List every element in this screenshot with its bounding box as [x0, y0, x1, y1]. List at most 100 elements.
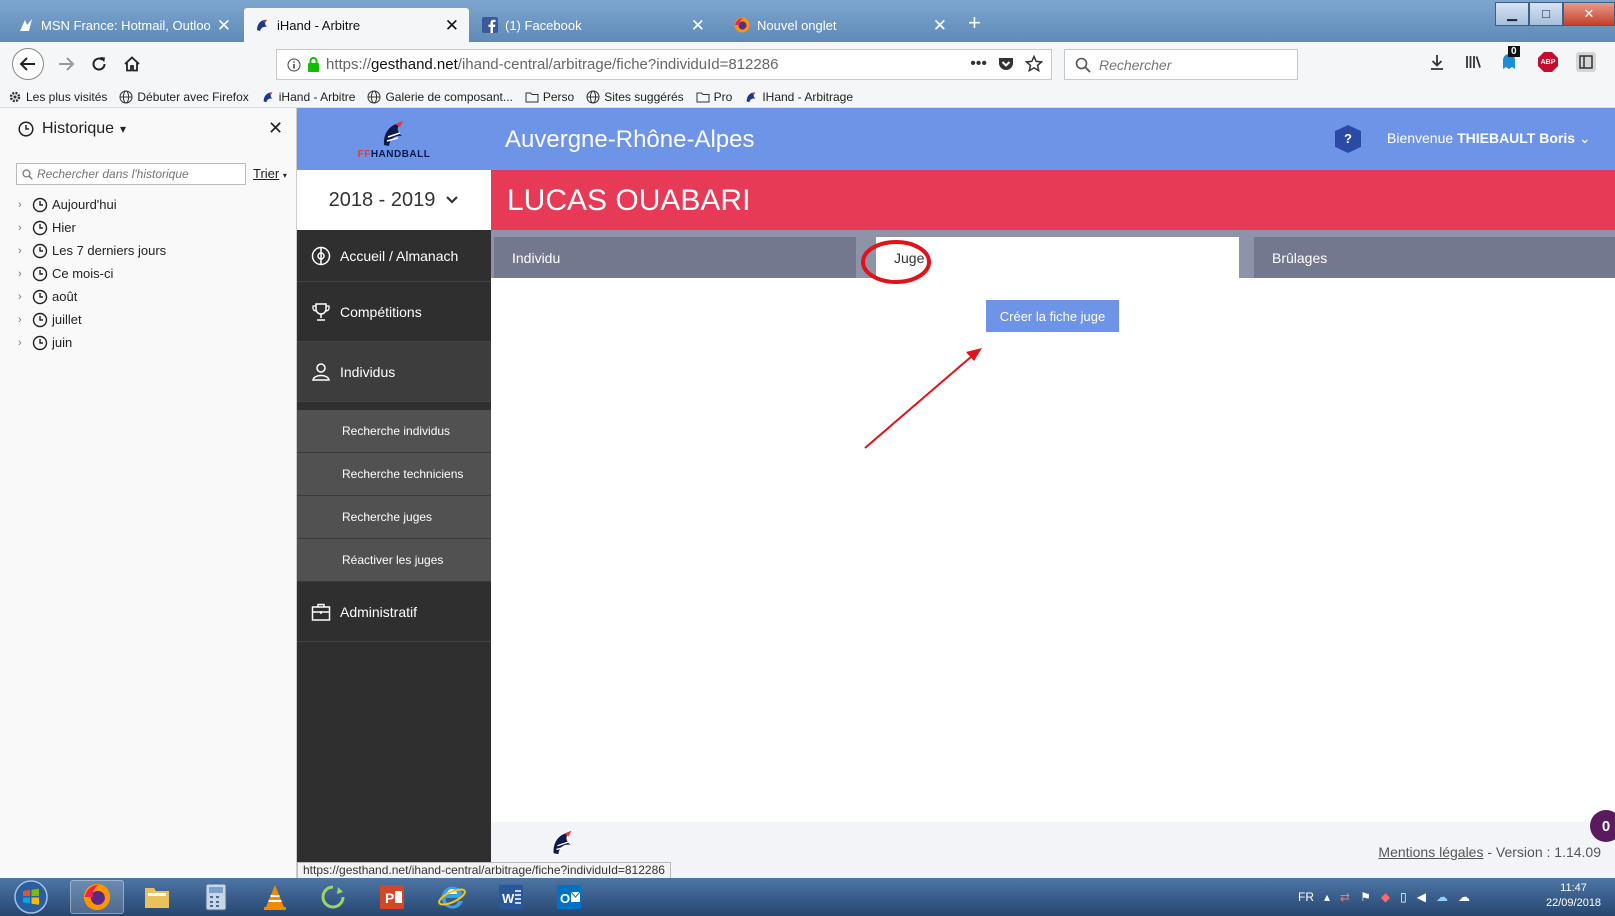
- menu-item-accueil[interactable]: Accueil / Almanach: [297, 230, 491, 282]
- search-input[interactable]: [1099, 56, 1279, 73]
- help-button[interactable]: ?: [1335, 125, 1361, 153]
- history-item-today[interactable]: › Aujourd'hui: [18, 193, 166, 216]
- ffhandball-icon: [257, 19, 267, 31]
- submenu-recherche-techniciens[interactable]: Recherche techniciens: [297, 453, 491, 496]
- close-icon[interactable]: ✕: [217, 17, 231, 34]
- recycle-icon: [321, 885, 345, 909]
- bookmark-folder-perso[interactable]: Perso: [525, 90, 574, 104]
- library-icon[interactable]: [1464, 53, 1482, 71]
- submenu-recherche-juges[interactable]: Recherche juges: [297, 496, 491, 539]
- submenu-recherche-individus[interactable]: Recherche individus: [297, 410, 491, 453]
- battery-icon[interactable]: ▯: [1400, 890, 1407, 904]
- bookmark-folder-pro[interactable]: Pro: [696, 90, 732, 104]
- history-item-august[interactable]: › août: [18, 285, 166, 308]
- sort-button[interactable]: Trier ▾: [253, 166, 287, 181]
- tab-facebook[interactable]: (1) Facebook ✕: [472, 8, 715, 42]
- window-controls: ▁ □ ✕: [1495, 2, 1615, 26]
- history-sidebar-header[interactable]: Historique ▾: [18, 120, 126, 138]
- onedrive-icon[interactable]: ☁: [1436, 890, 1448, 904]
- notification-extension[interactable]: 0: [1500, 46, 1520, 72]
- submenu-reactiver-juges[interactable]: Réactiver les juges: [297, 539, 491, 582]
- tray-expand-icon[interactable]: ▴: [1324, 890, 1330, 904]
- taskbar-clock[interactable]: 11:47 22/09/2018: [1546, 881, 1601, 911]
- bookmark-component-gallery[interactable]: Galerie de composant...: [367, 90, 513, 104]
- history-item-last-7-days[interactable]: › Les 7 derniers jours: [18, 239, 166, 262]
- page-actions-icon[interactable]: •••: [970, 55, 987, 73]
- cloud-upload-icon[interactable]: ☁: [1458, 890, 1470, 904]
- folder-icon: [525, 92, 539, 102]
- close-icon[interactable]: ✕: [933, 17, 947, 34]
- tab-new[interactable]: Nouvel onglet ✕: [724, 8, 957, 42]
- taskbar-powerpoint[interactable]: P: [365, 880, 419, 914]
- lock-icon: [308, 57, 319, 72]
- forward-button[interactable]: [52, 50, 80, 78]
- menu-item-individus[interactable]: Individus: [297, 342, 491, 402]
- new-tab-plus-icon[interactable]: +: [968, 12, 981, 34]
- bookmark-most-visited[interactable]: Les plus visités: [8, 90, 107, 104]
- download-icon[interactable]: [1428, 53, 1446, 71]
- menu-item-competitions[interactable]: Compétitions: [297, 282, 491, 342]
- search-icon: [22, 168, 33, 180]
- sidebar-toggle-icon[interactable]: [1576, 52, 1596, 72]
- back-button[interactable]: [12, 48, 44, 80]
- home-button[interactable]: [118, 50, 146, 78]
- maximize-button[interactable]: □: [1529, 2, 1563, 26]
- history-item-yesterday[interactable]: › Hier: [18, 216, 166, 239]
- taskbar-explorer[interactable]: [130, 880, 184, 914]
- volume-icon[interactable]: ◀: [1417, 890, 1426, 904]
- history-item-june[interactable]: › juin: [18, 331, 166, 354]
- tab-brulages[interactable]: Brûlages: [1254, 237, 1615, 278]
- tab-msn[interactable]: MSN France: Hotmail, Outlook, ✕: [8, 8, 241, 42]
- bookmark-getting-started[interactable]: Débuter avec Firefox: [119, 90, 249, 104]
- reload-button[interactable]: [85, 50, 113, 78]
- window-close-button[interactable]: ✕: [1563, 2, 1615, 26]
- taskbar-word[interactable]: W: [484, 880, 538, 914]
- create-judge-sheet-button[interactable]: Créer la fiche juge: [986, 300, 1119, 332]
- search-bar[interactable]: [1064, 49, 1298, 80]
- history-search-input[interactable]: [37, 167, 237, 181]
- history-item-this-month[interactable]: › Ce mois-ci: [18, 262, 166, 285]
- notification-count: 0: [1508, 46, 1520, 57]
- taskbar-vlc[interactable]: [248, 880, 302, 914]
- taskbar-firefox[interactable]: [70, 880, 124, 914]
- bookmark-star-icon[interactable]: [1025, 55, 1043, 73]
- pocket-icon[interactable]: [997, 55, 1015, 73]
- gear-icon: [9, 91, 21, 102]
- tab-individu[interactable]: Individu: [494, 237, 856, 278]
- history-search-box[interactable]: [16, 163, 246, 185]
- menu-item-administratif[interactable]: Administratif: [297, 582, 491, 642]
- tab-title: (1) Facebook: [505, 17, 582, 33]
- language-indicator[interactable]: FR: [1298, 890, 1314, 904]
- bookmark-suggested-sites[interactable]: Sites suggérés: [586, 90, 684, 104]
- history-item-july[interactable]: › juillet: [18, 308, 166, 331]
- taskbar-outlook[interactable]: O: [542, 880, 596, 914]
- tab-juge[interactable]: Juge: [876, 237, 1239, 278]
- adblock-button[interactable]: ABP: [1538, 52, 1558, 72]
- taskbar-recycle-app[interactable]: [306, 880, 360, 914]
- tab-ihand-arbitre[interactable]: iHand - Arbitre ✕: [244, 8, 469, 42]
- flag-icon[interactable]: ⚑: [1360, 890, 1371, 904]
- season-selector[interactable]: 2018 - 2019: [297, 170, 491, 230]
- clock-icon: [32, 220, 48, 235]
- legal-mentions-link[interactable]: Mentions légales: [1378, 844, 1483, 860]
- taskbar-internet-explorer[interactable]: [425, 880, 479, 914]
- close-icon[interactable]: ✕: [268, 118, 283, 139]
- info-icon[interactable]: [287, 58, 301, 72]
- ffhandball-logo[interactable]: FFHANDBALL: [297, 108, 491, 170]
- content-tabs: Individu Juge Brûlages: [491, 230, 1615, 278]
- home-icon: [124, 56, 140, 72]
- start-button[interactable]: [6, 880, 56, 914]
- taskbar-calculator[interactable]: [189, 880, 243, 914]
- network-icon[interactable]: ⇄: [1340, 890, 1350, 904]
- minimize-button[interactable]: ▁: [1495, 2, 1529, 26]
- bookmark-ihand-arbitre[interactable]: iHand - Arbitre: [261, 90, 355, 104]
- user-menu[interactable]: Bienvenue THIEBAULT Boris ⌄: [1387, 130, 1591, 147]
- security-icon[interactable]: ◆: [1381, 890, 1390, 904]
- chat-bubble-button[interactable]: 0: [1590, 810, 1615, 842]
- address-bar[interactable]: https://gesthand.net/ihand-central/arbit…: [276, 49, 1052, 80]
- folder-icon: [696, 92, 710, 102]
- close-icon[interactable]: ✕: [445, 17, 459, 34]
- globe-icon: [367, 90, 381, 103]
- bookmark-ihand-arbitrage[interactable]: IHand - Arbitrage: [744, 90, 853, 104]
- close-icon[interactable]: ✕: [691, 17, 705, 34]
